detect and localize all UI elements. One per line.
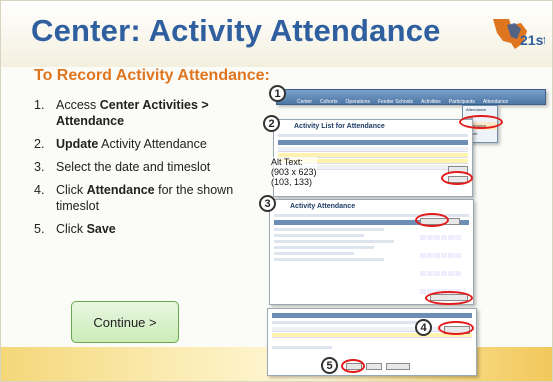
highlight-ring (438, 321, 474, 335)
step-marker-2: 2 (263, 115, 280, 132)
highlight-ring (425, 291, 473, 305)
step-item: 2. Update Activity Attendance (34, 137, 207, 151)
print-button-thumb (386, 363, 410, 370)
continue-button[interactable]: Continue > (71, 301, 179, 343)
step-marker-1: 1 (269, 85, 286, 102)
texas-21st-logo: 21st (493, 19, 545, 49)
slide-title: Center: Activity Attendance (31, 13, 441, 48)
highlight-ring (441, 171, 473, 185)
slide: Center: Activity Attendance 21st To Reco… (0, 0, 553, 382)
menu-item-attendance: Attendance (482, 99, 509, 105)
step-item: 3. Select the date and timeslot (34, 160, 211, 174)
dropdown-item: Attendance (466, 107, 487, 112)
slide-subtitle: To Record Activity Attendance: (34, 67, 270, 84)
logo-text: 21st (520, 32, 545, 48)
calendar-thumb (420, 228, 470, 294)
step-marker-3: 3 (259, 195, 276, 212)
activity-attendance-title: Activity Attendance (290, 203, 356, 210)
activity-list-title: Activity List for Attendance (294, 123, 385, 130)
step-marker-5: 5 (321, 357, 338, 374)
menu-item-feeder: Feeder Schools (378, 99, 414, 105)
highlight-ring (459, 115, 503, 129)
menu-item-participants: Participants (448, 99, 475, 105)
step-marker-4: 4 (415, 319, 432, 336)
alt-text-label: Alt Text: (903 x 623) (103, 133) (271, 157, 317, 187)
highlight-ring (341, 359, 365, 373)
menu-item-cohorts: Cohorts (320, 99, 338, 105)
step-item: 1. Access Center Activities > Attendance (34, 98, 209, 128)
menu-item-center: Center (297, 99, 313, 105)
menu-item-activities: Activities (421, 99, 441, 105)
timeslot-screenshot (267, 308, 477, 376)
step-item: 5. Click Save (34, 222, 116, 236)
highlight-ring (415, 213, 449, 227)
steps-list: 1. Access Center Activities > Attendance … (34, 97, 249, 244)
menu-bar-screenshot: Center Cohorts Operations Feeder Schools Act… (276, 89, 546, 105)
cancel-button-thumb (366, 363, 382, 370)
menu-item-operations: Operations (345, 99, 370, 105)
step-item: 4. Click Attendance for the shown timeslo… (34, 183, 234, 213)
